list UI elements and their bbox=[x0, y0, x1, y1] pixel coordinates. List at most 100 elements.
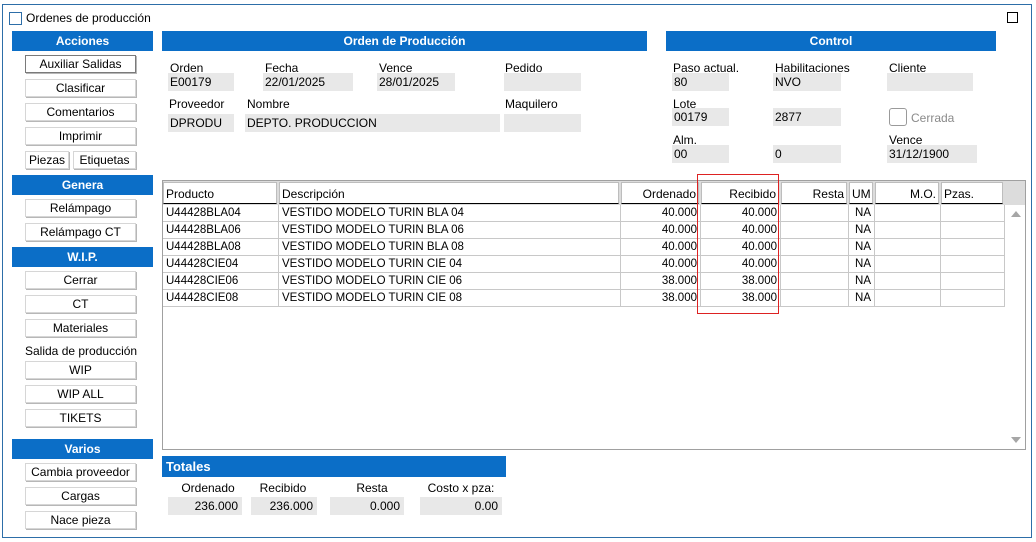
cell-um: NA bbox=[849, 205, 875, 222]
cell-descripcion: VESTIDO MODELO TURIN BLA 08 bbox=[279, 239, 621, 256]
cell-producto: U44428BLA06 bbox=[163, 222, 279, 239]
cambia-proveedor-button[interactable]: Cambia proveedor bbox=[25, 463, 136, 481]
cell-resta bbox=[781, 273, 849, 290]
salida-produccion-button[interactable]: Salida de producción bbox=[25, 343, 137, 361]
cell-mo bbox=[875, 239, 941, 256]
table-row[interactable]: U44428CIE08 VESTIDO MODELO TURIN CIE 08 … bbox=[163, 290, 1005, 307]
scroll-up-icon[interactable] bbox=[1011, 211, 1021, 217]
col-pzas[interactable]: Pzas. bbox=[941, 182, 1003, 204]
cell-ordenado: 38.000 bbox=[621, 273, 701, 290]
ct-button[interactable]: CT bbox=[25, 295, 136, 313]
habilitaciones-field[interactable]: NVO bbox=[773, 73, 841, 91]
cargas-button[interactable]: Cargas bbox=[25, 487, 136, 505]
cell-mo bbox=[875, 222, 941, 239]
table-row[interactable]: U44428BLA06 VESTIDO MODELO TURIN BLA 06 … bbox=[163, 222, 1005, 239]
lote-field[interactable]: 00179 bbox=[672, 108, 729, 126]
col-ordenado[interactable]: Ordenado bbox=[621, 182, 699, 204]
cell-producto: U44428CIE06 bbox=[163, 273, 279, 290]
window-title: Ordenes de producción bbox=[26, 11, 151, 25]
total-recibido-field: 236.000 bbox=[251, 497, 317, 515]
cell-um: NA bbox=[849, 239, 875, 256]
cell-ordenado: 40.000 bbox=[621, 256, 701, 273]
imprimir-button[interactable]: Imprimir bbox=[25, 127, 136, 145]
proveedor-label: Proveedor bbox=[169, 97, 225, 111]
cell-descripcion: VESTIDO MODELO TURIN BLA 06 bbox=[279, 222, 621, 239]
cerrar-button[interactable]: Cerrar bbox=[25, 271, 136, 289]
cell-descripcion: VESTIDO MODELO TURIN CIE 06 bbox=[279, 273, 621, 290]
materiales-button[interactable]: Materiales bbox=[25, 319, 136, 337]
cell-mo bbox=[875, 290, 941, 307]
maquilero-field[interactable] bbox=[504, 114, 581, 132]
cell-descripcion: VESTIDO MODELO TURIN CIE 08 bbox=[279, 290, 621, 307]
cell-pzas bbox=[941, 290, 1005, 307]
table-row[interactable]: U44428CIE04 VESTIDO MODELO TURIN CIE 04 … bbox=[163, 256, 1005, 273]
col-resta[interactable]: Resta bbox=[781, 182, 847, 204]
clasificar-button[interactable]: Clasificar bbox=[25, 79, 136, 97]
pedido-field[interactable] bbox=[504, 73, 581, 91]
wip-all-button[interactable]: WIP ALL bbox=[25, 385, 136, 403]
cell-recibido: 38.000 bbox=[701, 290, 781, 307]
totales-header: Totales bbox=[162, 456, 506, 477]
orden-field[interactable]: E00179 bbox=[168, 73, 234, 91]
col-producto[interactable]: Producto bbox=[163, 182, 277, 204]
table-row[interactable]: U44428BLA08 VESTIDO MODELO TURIN BLA 08 … bbox=[163, 239, 1005, 256]
relampago-button[interactable]: Relámpago bbox=[25, 199, 136, 217]
maximize-icon[interactable] bbox=[1007, 12, 1018, 23]
grid-scrollbar[interactable] bbox=[1005, 205, 1025, 449]
nombre-field[interactable]: DEPTO. PRODUCCION bbox=[245, 114, 500, 132]
col-mo[interactable]: M.O. bbox=[875, 182, 939, 204]
table-row[interactable]: U44428CIE06 VESTIDO MODELO TURIN CIE 06 … bbox=[163, 273, 1005, 290]
lote-field-2[interactable]: 2877 bbox=[773, 108, 841, 126]
cell-pzas bbox=[941, 239, 1005, 256]
alm-field-2[interactable]: 0 bbox=[773, 145, 841, 163]
genera-header: Genera bbox=[12, 175, 153, 195]
total-ordenado-label: Ordenado bbox=[181, 481, 235, 495]
wip-button[interactable]: WIP bbox=[25, 361, 136, 379]
scroll-down-icon[interactable] bbox=[1011, 437, 1021, 443]
cell-producto: U44428BLA08 bbox=[163, 239, 279, 256]
relampago-ct-button[interactable]: Relámpago CT bbox=[25, 223, 136, 241]
wip-header: W.I.P. bbox=[12, 247, 153, 267]
piezas-button[interactable]: Piezas bbox=[25, 151, 69, 169]
costo-pza-label: Costo x pza: bbox=[427, 481, 495, 495]
cell-recibido: 40.000 bbox=[701, 256, 781, 273]
col-recibido[interactable]: Recibido bbox=[701, 182, 779, 204]
cerrada-checkbox[interactable] bbox=[889, 108, 907, 126]
acciones-header: Acciones bbox=[12, 31, 153, 51]
cell-producto: U44428BLA04 bbox=[163, 205, 279, 222]
col-descripcion[interactable]: Descripción bbox=[279, 182, 619, 204]
comentarios-button[interactable]: Comentarios bbox=[25, 103, 136, 121]
etiquetas-button[interactable]: Etiquetas bbox=[73, 151, 136, 169]
fecha-field[interactable]: 22/01/2025 bbox=[263, 73, 353, 91]
paso-field[interactable]: 80 bbox=[672, 73, 729, 91]
cell-ordenado: 38.000 bbox=[621, 290, 701, 307]
cell-recibido: 40.000 bbox=[701, 222, 781, 239]
total-resta-field: 0.000 bbox=[330, 497, 404, 515]
cell-ordenado: 40.000 bbox=[621, 205, 701, 222]
total-resta-label: Resta bbox=[356, 481, 388, 495]
cell-descripcion: VESTIDO MODELO TURIN CIE 04 bbox=[279, 256, 621, 273]
cell-resta bbox=[781, 205, 849, 222]
tikets-button[interactable]: TIKETS bbox=[25, 409, 136, 427]
auxiliar-salidas-button[interactable]: Auxiliar Salidas bbox=[25, 55, 136, 73]
products-grid[interactable]: Producto Descripción Ordenado Recibido R… bbox=[162, 180, 1026, 450]
proveedor-field[interactable]: DPRODU bbox=[168, 114, 234, 132]
grid-header: Producto Descripción Ordenado Recibido R… bbox=[163, 181, 1025, 205]
cell-ordenado: 40.000 bbox=[621, 239, 701, 256]
cliente-field[interactable] bbox=[887, 73, 973, 91]
cell-ordenado: 40.000 bbox=[621, 222, 701, 239]
cell-um: NA bbox=[849, 290, 875, 307]
control-vence-field[interactable]: 31/12/1900 bbox=[887, 145, 977, 163]
col-um[interactable]: UM bbox=[849, 182, 873, 204]
nace-pieza-button[interactable]: Nace pieza bbox=[25, 511, 136, 529]
cell-um: NA bbox=[849, 222, 875, 239]
alm-field[interactable]: 00 bbox=[672, 145, 729, 163]
control-header: Control bbox=[666, 31, 996, 51]
vence-field[interactable]: 28/01/2025 bbox=[377, 73, 455, 91]
cell-resta bbox=[781, 222, 849, 239]
cell-pzas bbox=[941, 205, 1005, 222]
cell-recibido: 40.000 bbox=[701, 239, 781, 256]
table-row[interactable]: U44428BLA04 VESTIDO MODELO TURIN BLA 04 … bbox=[163, 205, 1005, 222]
cell-recibido: 40.000 bbox=[701, 205, 781, 222]
cell-pzas bbox=[941, 256, 1005, 273]
